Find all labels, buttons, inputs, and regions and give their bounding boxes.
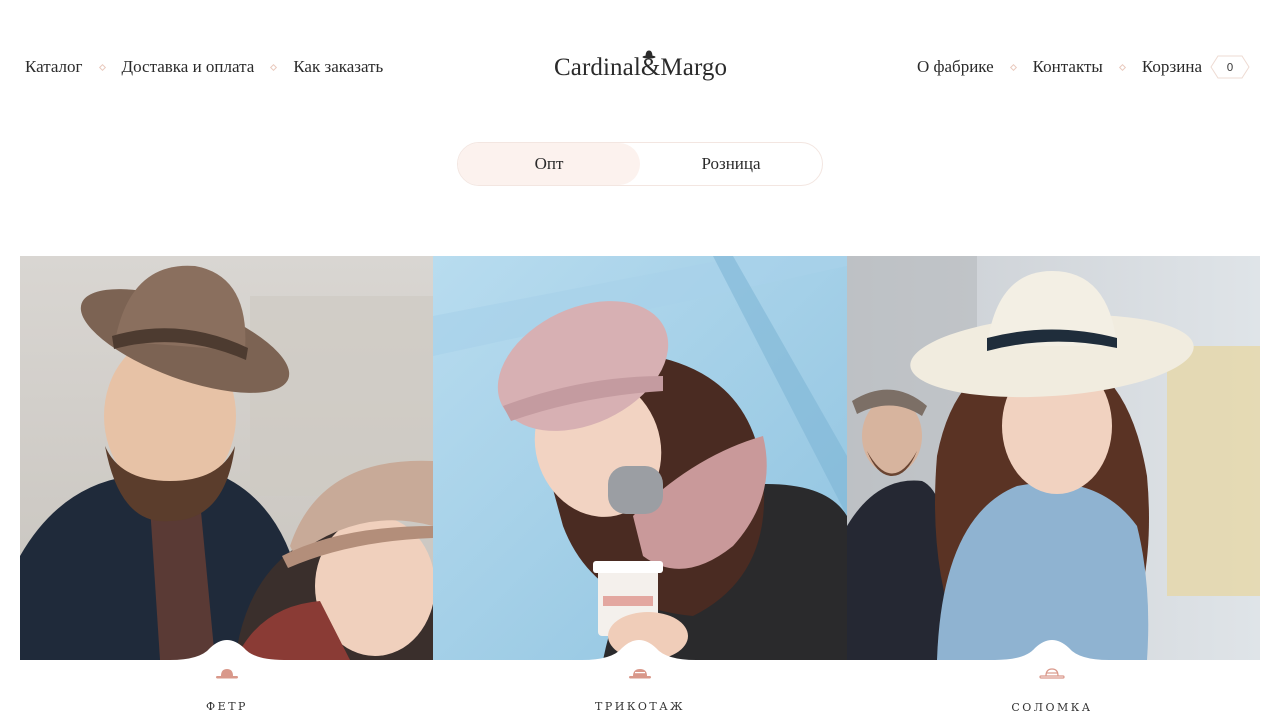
category-grid — [20, 256, 1260, 660]
main-nav-right: О фабрике Контакты Корзина 0 — [917, 55, 1250, 79]
nav-how-to-order-link[interactable]: Как заказать — [293, 57, 383, 77]
toggle-wholesale[interactable]: Опт — [458, 143, 640, 185]
knitwear-category-photo — [433, 256, 847, 660]
straw-category-photo — [847, 256, 1260, 660]
category-label-knitwear[interactable]: ТРИКОТАЖ — [595, 700, 685, 713]
category-card-felt[interactable] — [20, 256, 433, 660]
category-label-straw[interactable]: СОЛОМКА — [1011, 701, 1092, 714]
category-card-straw[interactable] — [847, 256, 1260, 660]
cart-count: 0 — [1226, 60, 1234, 74]
logo-hat-icon — [642, 50, 656, 59]
nav-separator — [98, 63, 106, 71]
nav-contacts-link[interactable]: Контакты — [1033, 57, 1103, 77]
felt-category-photo — [20, 256, 433, 660]
nav-delivery-link[interactable]: Доставка и оплата — [122, 57, 255, 77]
felt-hat-icon — [216, 669, 238, 679]
knit-hat-icon — [629, 669, 651, 679]
sale-type-toggle: Опт Розница — [457, 142, 823, 186]
category-captions: ФЕТР ТРИКОТАЖ СОЛОМКА — [20, 660, 1260, 720]
nav-separator — [1118, 63, 1126, 71]
logo[interactable]: Cardinal&Margo — [554, 46, 729, 86]
nav-about-link[interactable]: О фабрике — [917, 57, 994, 77]
cart-count-badge[interactable]: 0 — [1210, 55, 1250, 79]
nav-catalog-link[interactable]: Каталог — [25, 57, 83, 77]
toggle-retail[interactable]: Розница — [640, 143, 822, 185]
logo-text: Cardinal&Margo — [554, 54, 728, 81]
straw-hat-icon — [1039, 668, 1065, 679]
nav-separator — [270, 63, 278, 71]
cards-bottom-wave — [170, 640, 1109, 660]
category-label-felt[interactable]: ФЕТР — [206, 700, 248, 713]
main-nav-left: Каталог Доставка и оплата Как заказать — [25, 55, 383, 79]
nav-cart-link[interactable]: Корзина — [1142, 57, 1202, 77]
nav-separator — [1009, 63, 1017, 71]
category-card-knitwear[interactable] — [433, 256, 847, 660]
